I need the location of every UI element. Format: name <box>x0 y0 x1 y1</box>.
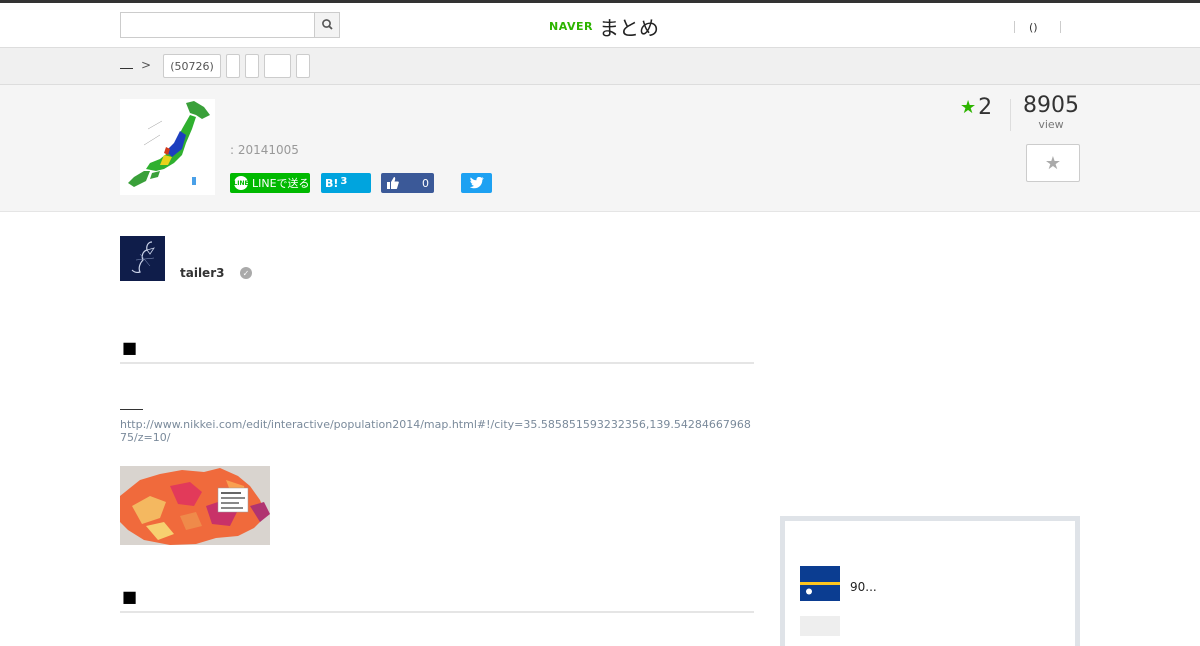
link-title[interactable] <box>120 404 143 410</box>
twitter-share-button[interactable] <box>461 173 492 193</box>
tag-link[interactable] <box>245 54 259 78</box>
divider <box>1014 21 1015 33</box>
nauru-flag-image <box>800 566 840 601</box>
seahorse-avatar-image <box>120 236 165 281</box>
hatena-icon: B! <box>325 176 339 190</box>
user-menu-link[interactable]: () <box>1029 21 1038 34</box>
tag-link[interactable] <box>226 54 240 78</box>
related-sidebar: 90... <box>780 516 1080 646</box>
search-box <box>120 12 340 38</box>
search-button[interactable] <box>314 13 339 37</box>
top-nav: () <box>1014 19 1061 35</box>
section-heading: ■ <box>120 338 754 364</box>
logo-title: まとめ <box>598 15 659 40</box>
article-thumbnail <box>120 99 215 195</box>
article-header: : 20141005 LINE LINEで送る B! 3 0 ★ 2 8905 … <box>0 85 1200 212</box>
japan-map-image <box>120 99 215 195</box>
view-counter: 8905 view <box>1020 93 1082 131</box>
section-heading: ■ <box>120 587 754 613</box>
search-input[interactable] <box>121 13 315 37</box>
population-map-image[interactable] <box>120 466 270 545</box>
hatena-count: 3 <box>340 175 348 187</box>
hatena-bookmark-button[interactable]: B! 3 <box>321 173 371 193</box>
twitter-bird-icon <box>469 177 484 189</box>
tag-link[interactable]: (50726) <box>163 54 221 78</box>
line-icon: LINE <box>233 176 249 190</box>
favorite-count: ★ 2 <box>960 95 992 120</box>
tag-link[interactable] <box>264 54 291 78</box>
star-icon: ★ <box>1044 152 1062 174</box>
star-icon: ★ <box>960 97 977 118</box>
site-logo[interactable]: NAVER まとめ <box>549 11 659 41</box>
verified-badge-icon: ✓ <box>240 267 252 279</box>
chevron-right-icon: > <box>141 58 152 72</box>
facebook-like-button[interactable]: 0 <box>381 173 434 193</box>
search-icon <box>322 19 333 30</box>
related-item-thumbnail[interactable] <box>800 616 840 636</box>
facebook-like-count: 0 <box>422 176 429 190</box>
divider <box>1010 99 1011 131</box>
heading-marker: ■ <box>122 338 138 357</box>
divider <box>1059 21 1061 33</box>
breadcrumb-home-link[interactable] <box>120 60 133 69</box>
breadcrumb: > (50726) <box>0 48 1200 85</box>
related-item-title[interactable]: 90... <box>850 580 877 594</box>
favorite-count-value: 2 <box>978 95 993 120</box>
author-avatar[interactable] <box>120 236 165 281</box>
line-share-button[interactable]: LINE LINEで送る <box>230 173 310 193</box>
source-link[interactable]: http://www.nikkei.com/edit/interactive/p… <box>120 418 754 444</box>
logo-brand: NAVER <box>549 19 593 33</box>
view-count: 8905 <box>1023 93 1079 118</box>
author-name[interactable]: tailer3 <box>180 266 224 280</box>
line-share-label: LINEで送る <box>252 177 310 190</box>
view-label: view <box>1038 118 1064 131</box>
heading-marker: ■ <box>122 587 138 606</box>
thumbs-up-icon <box>387 177 399 189</box>
add-favorite-button[interactable]: ★ <box>1026 144 1080 182</box>
top-bar: NAVER まとめ () <box>0 0 1200 48</box>
tag-link[interactable] <box>296 54 310 78</box>
published-date: : 20141005 <box>230 143 299 157</box>
population-map-graphic <box>120 466 270 545</box>
related-item-thumbnail[interactable] <box>800 566 840 601</box>
